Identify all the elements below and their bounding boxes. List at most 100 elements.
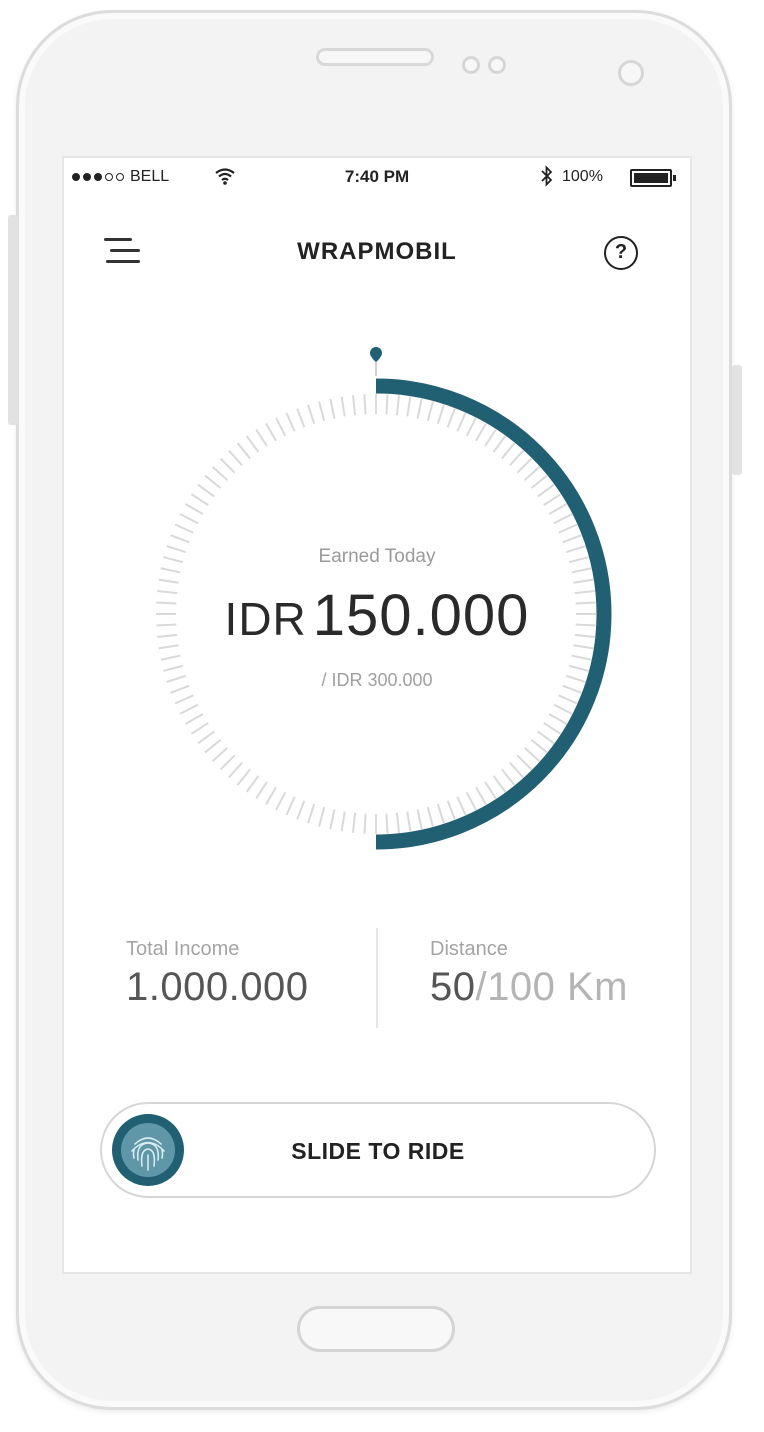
gauge-tick — [516, 754, 533, 771]
gauge-tick — [446, 800, 456, 820]
gauge-tick — [436, 803, 445, 824]
gauge-tick — [204, 739, 222, 754]
gauge-tick — [416, 398, 423, 419]
gauge-tick — [184, 713, 204, 725]
distance-label: Distance — [430, 938, 508, 960]
gauge-tick — [190, 722, 209, 735]
slider-thumb[interactable] — [112, 1114, 184, 1186]
earned-today-value: IDR 150.000 — [64, 582, 690, 649]
gauge-tick — [352, 812, 357, 833]
gauge-tick — [265, 786, 277, 806]
gauge-tick — [543, 493, 562, 506]
gauge-tick — [543, 722, 562, 735]
gauge-tick — [516, 457, 533, 474]
gauge-tick — [219, 457, 236, 474]
distance-current: 50 — [430, 965, 476, 1009]
phone-power-button — [732, 365, 742, 475]
phone-speaker — [316, 48, 434, 66]
gauge-tick — [465, 417, 477, 437]
gauge-tick — [509, 761, 524, 779]
gauge-tick — [416, 809, 423, 830]
gauge-tick — [492, 435, 507, 453]
app-screen: BELL 7:40 PM 100% WRAPMOBIL ? Earned Tod… — [62, 156, 692, 1274]
gauge-tick — [275, 417, 287, 437]
gauge-tick — [211, 466, 229, 481]
gauge-tick — [228, 761, 243, 779]
gauge-tick — [456, 796, 467, 816]
gauge-tick — [475, 422, 487, 442]
total-income-stat: Total Income 1.000.000 — [126, 938, 308, 1010]
gauge-tick — [395, 812, 400, 833]
gauge-tick — [275, 791, 287, 811]
gauge-tick — [537, 483, 555, 498]
gauge-tick — [523, 747, 541, 762]
gauge-tick — [285, 412, 296, 432]
gauge-tick — [204, 474, 222, 489]
location-pin-icon — [370, 347, 382, 376]
gauge-tick — [456, 412, 467, 432]
gauge-tick — [255, 428, 268, 447]
total-income-label: Total Income — [126, 938, 240, 960]
gauge-tick — [190, 493, 209, 506]
gauge-tick — [548, 503, 568, 515]
gauge-tick — [329, 398, 336, 419]
gauge-tick — [436, 404, 445, 425]
gauge-tick — [530, 474, 548, 489]
gauge-tick — [530, 739, 548, 754]
phone-sensor — [488, 56, 506, 74]
gauge-tick — [170, 534, 190, 544]
gauge-tick — [501, 442, 516, 460]
gauge-tick — [340, 396, 346, 417]
stats-panel: Total Income 1.000.000 Distance 50/100 K… — [64, 928, 690, 1038]
gauge-tick — [255, 781, 268, 800]
gauge-tick — [558, 694, 578, 705]
gauge-tick — [558, 523, 578, 534]
total-income-value: 1.000.000 — [126, 965, 309, 1009]
gauge-tick — [426, 806, 434, 827]
gauge-tick — [553, 513, 573, 525]
gauge-tick — [406, 811, 412, 832]
gauge-tick — [228, 449, 243, 467]
gauge-tick — [179, 513, 199, 525]
earned-today-label: Earned Today — [318, 546, 436, 567]
gauge-tick — [265, 422, 277, 442]
gauge-tick — [523, 466, 541, 481]
gauge-tick — [509, 449, 524, 467]
gauge-tick — [553, 703, 573, 715]
gauge-tick — [179, 703, 199, 715]
slide-to-ride-label: SLIDE TO RIDE — [291, 1138, 465, 1164]
gauge-tick — [340, 811, 346, 832]
gauge-tick — [501, 768, 516, 786]
gauge-tick — [363, 813, 367, 834]
gauge-tick — [492, 775, 507, 793]
gauge-tick — [307, 404, 316, 425]
gauge-tick — [318, 806, 326, 827]
gauge-tick — [571, 567, 592, 574]
gauge-tick — [160, 567, 181, 574]
gauge-tick — [465, 791, 477, 811]
earned-amount: 150.000 — [312, 583, 530, 648]
gauge-tick — [395, 395, 400, 416]
phone-home-button[interactable] — [297, 1306, 455, 1352]
phone-volume-button — [8, 215, 18, 425]
gauge-tick — [484, 781, 497, 800]
gauge-tick — [160, 654, 181, 661]
gauge-tick — [537, 730, 555, 745]
gauge-tick — [236, 442, 251, 460]
gauge-tick — [236, 768, 251, 786]
gauge-tick — [285, 796, 296, 816]
gauge-tick — [245, 435, 260, 453]
slide-to-ride-slider[interactable]: SLIDE TO RIDE — [100, 1102, 656, 1198]
gauge-tick — [385, 813, 389, 834]
gauge-tick — [484, 428, 497, 447]
gauge-tick — [197, 730, 215, 745]
distance-value: 50/100 Km — [430, 965, 628, 1010]
phone-sensor — [462, 56, 480, 74]
gauge-tick — [406, 396, 412, 417]
gauge-tick — [307, 803, 316, 824]
gauge-tick — [184, 503, 204, 515]
gauge-tick — [174, 523, 194, 534]
gauge-tick — [385, 394, 389, 415]
gauge-tick — [475, 786, 487, 806]
gauge-tick — [426, 401, 434, 422]
